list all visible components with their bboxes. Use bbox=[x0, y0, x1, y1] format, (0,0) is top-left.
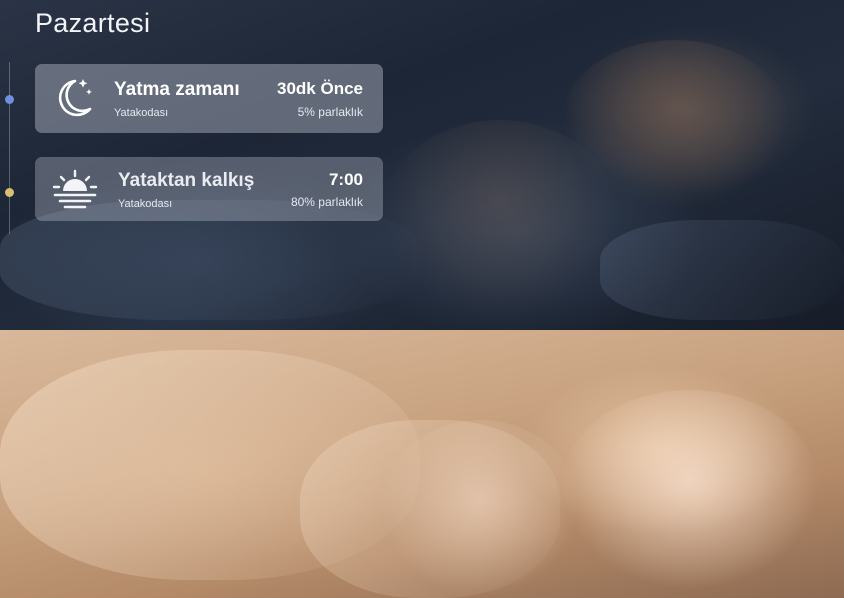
schedule-brightness: 5% parlaklık bbox=[297, 105, 363, 119]
schedule-time: 7:00 bbox=[328, 170, 363, 189]
sunrise-icon bbox=[50, 167, 100, 213]
schedule-card-wakeup[interactable]: Yataktan kalkış Yatakodası 7:00 80% parl… bbox=[35, 157, 383, 221]
schedule-title: Yatma zamanı bbox=[114, 79, 240, 100]
schedule-time: 30dk Önce bbox=[277, 79, 363, 98]
timeline-dot-bedtime bbox=[5, 95, 14, 104]
schedule-room: Yatakodası bbox=[114, 107, 169, 119]
schedule-card-bedtime[interactable]: Yatma zamanı Yatakodası 30dk Önce 5% par… bbox=[35, 64, 383, 133]
day-title: Pazartesi bbox=[35, 8, 151, 38]
schedule-brightness: 80% parlaklık bbox=[290, 195, 363, 209]
schedule-room: Yatakodası bbox=[118, 198, 173, 210]
morning-wakeup-photo bbox=[0, 330, 844, 598]
schedule-title: Yataktan kalkış bbox=[118, 170, 255, 191]
timeline-dot-wakeup bbox=[5, 188, 14, 197]
moon-stars-icon bbox=[50, 75, 100, 121]
timeline-line bbox=[9, 62, 10, 234]
